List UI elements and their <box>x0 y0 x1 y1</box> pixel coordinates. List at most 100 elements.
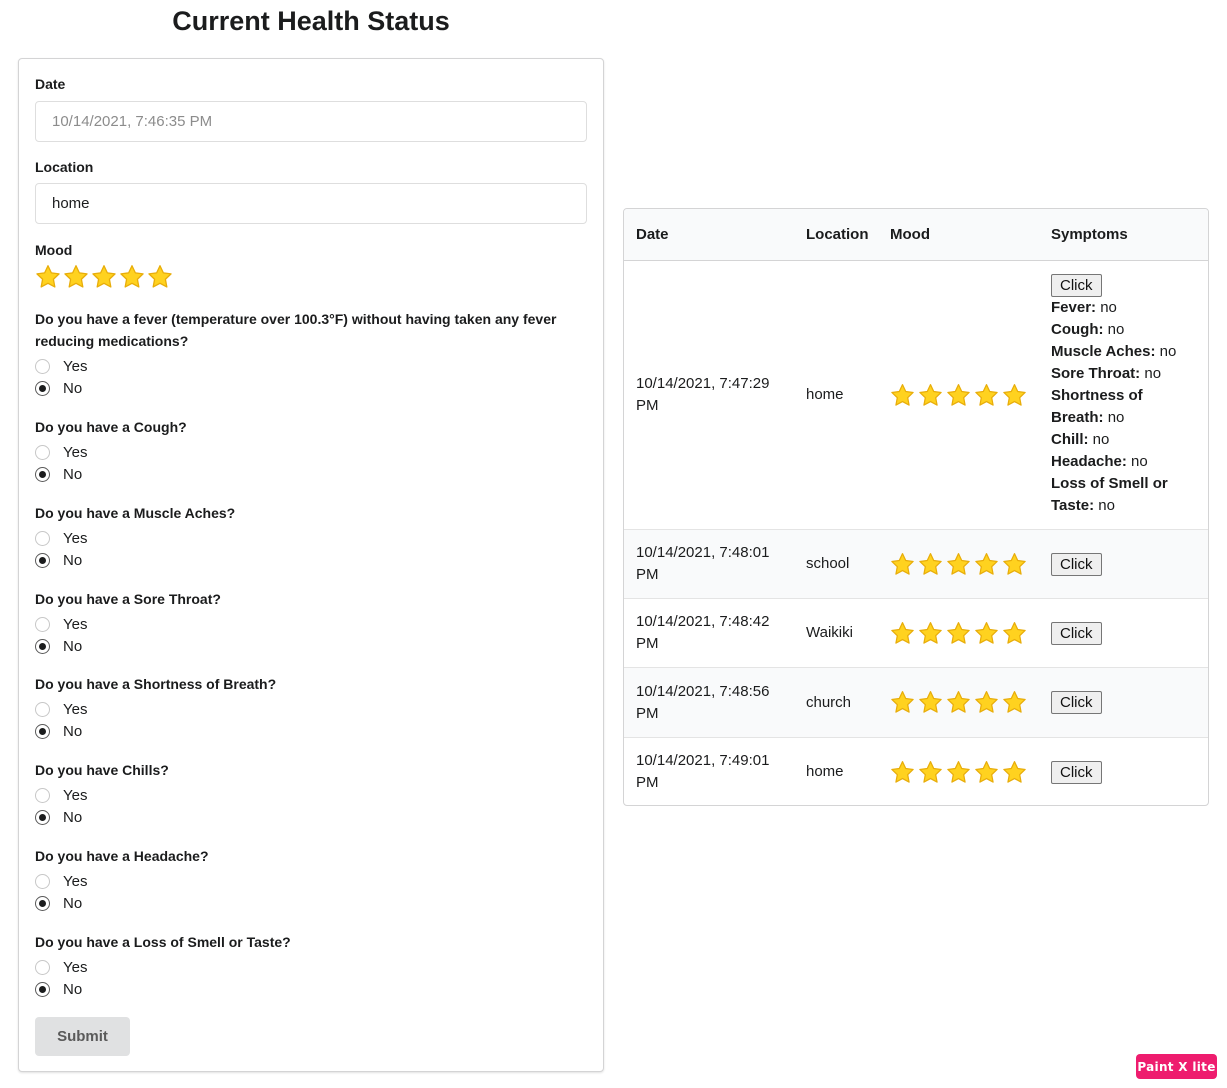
radio-button[interactable] <box>35 959 50 975</box>
mood-rating[interactable] <box>35 264 173 290</box>
star-icon[interactable] <box>91 264 117 290</box>
radio-button[interactable] <box>35 616 50 632</box>
star-icon <box>918 383 943 408</box>
table-row: 10/14/2021, 7:47:29 PM home Click Fever: no… <box>624 260 1208 530</box>
show-symptoms-button[interactable]: Click <box>1051 760 1102 784</box>
radio-button[interactable] <box>35 466 50 482</box>
radio-label: No <box>63 722 83 740</box>
paint-x-lite-badge: Paint X lite <box>1136 1054 1217 1079</box>
header-location: Location <box>794 209 878 261</box>
star-icon <box>890 760 915 785</box>
cell-symptoms: Click <box>1039 598 1208 668</box>
symptom-value: no <box>1144 364 1162 382</box>
cell-mood <box>878 738 1039 806</box>
radio-button[interactable] <box>35 723 50 739</box>
submit-button[interactable]: Submit <box>35 1017 130 1056</box>
radio-button[interactable] <box>35 444 50 460</box>
radio-option-no[interactable]: No <box>35 464 82 484</box>
star-icon <box>1002 552 1027 577</box>
mood-rating <box>890 383 1027 408</box>
location-label: Location <box>35 159 94 175</box>
star-icon <box>1002 383 1027 408</box>
question-label: Do you have Chills? <box>35 762 169 778</box>
radio-option-no[interactable]: No <box>35 636 82 656</box>
symptom-entry: Shortness of Breath: no <box>1051 385 1196 429</box>
radio-button[interactable] <box>35 380 50 396</box>
cell-location: church <box>794 667 878 738</box>
star-icon[interactable] <box>119 264 145 290</box>
question-label: Do you have a Headache? <box>35 848 209 864</box>
radio-label: No <box>63 808 83 826</box>
page-title: Current Health Status <box>172 6 450 36</box>
radio-option-yes[interactable]: Yes <box>35 871 87 891</box>
symptom-label: Muscle Aches: <box>1051 342 1156 360</box>
radio-label: Yes <box>63 872 88 890</box>
radio-option-yes[interactable]: Yes <box>35 614 87 634</box>
mood-rating <box>890 690 1027 715</box>
radio-option-yes[interactable]: Yes <box>35 785 87 805</box>
radio-label: No <box>63 894 83 912</box>
question-label: Do you have a Loss of Smell or Taste? <box>35 934 291 950</box>
cell-date: 10/14/2021, 7:48:56 PM <box>624 667 794 738</box>
star-icon <box>946 760 971 785</box>
radio-option-no[interactable]: No <box>35 893 82 913</box>
symptom-value: no <box>1107 408 1125 426</box>
radio-option-no[interactable]: No <box>35 807 82 827</box>
cell-symptoms: Click <box>1039 667 1208 738</box>
symptom-entry: Chill: no <box>1051 429 1196 451</box>
show-symptoms-button[interactable]: Click <box>1051 273 1102 297</box>
cell-mood <box>878 529 1039 599</box>
symptom-label: Sore Throat: <box>1051 364 1141 382</box>
radio-button[interactable] <box>35 895 50 911</box>
header-mood: Mood <box>878 209 1039 261</box>
radio-button[interactable] <box>35 530 50 546</box>
radio-option-no[interactable]: No <box>35 378 82 398</box>
star-icon[interactable] <box>147 264 173 290</box>
radio-button[interactable] <box>35 981 50 997</box>
star-icon <box>918 760 943 785</box>
radio-button[interactable] <box>35 809 50 825</box>
radio-option-yes[interactable]: Yes <box>35 699 87 719</box>
location-field[interactable] <box>35 183 587 224</box>
radio-option-yes[interactable]: Yes <box>35 356 87 376</box>
star-icon <box>890 621 915 646</box>
radio-button[interactable] <box>35 552 50 568</box>
symptom-entry: Muscle Aches: no <box>1051 341 1196 363</box>
show-symptoms-button[interactable]: Click <box>1051 552 1102 576</box>
mood-rating <box>890 552 1027 577</box>
cell-symptoms: Click <box>1039 738 1208 806</box>
star-icon <box>890 552 915 577</box>
health-status-form: Date Location Mood Do you have a fever (… <box>18 58 604 1072</box>
star-icon[interactable] <box>35 264 61 290</box>
show-symptoms-button[interactable]: Click <box>1051 691 1102 714</box>
radio-option-yes[interactable]: Yes <box>35 528 87 548</box>
radio-button[interactable] <box>35 638 50 654</box>
cell-location: home <box>794 260 878 530</box>
radio-label: Yes <box>63 529 88 547</box>
star-icon <box>946 383 971 408</box>
star-icon[interactable] <box>63 264 89 290</box>
show-symptoms-button[interactable]: Click <box>1051 621 1102 645</box>
star-icon <box>1002 621 1027 646</box>
radio-option-yes[interactable]: Yes <box>35 957 87 977</box>
cell-date: 10/14/2021, 7:48:42 PM <box>624 598 794 668</box>
radio-option-no[interactable]: No <box>35 979 82 999</box>
radio-button[interactable] <box>35 358 50 374</box>
radio-label: No <box>63 379 83 397</box>
radio-button[interactable] <box>35 873 50 889</box>
radio-option-yes[interactable]: Yes <box>35 442 87 462</box>
radio-option-no[interactable]: No <box>35 721 82 741</box>
radio-button[interactable] <box>35 787 50 803</box>
radio-label: Yes <box>63 786 88 804</box>
cell-date: 10/14/2021, 7:49:01 PM <box>636 752 770 792</box>
symptom-label: Shortness of Breath: <box>1051 386 1143 426</box>
symptom-entry: Loss of Smell or Taste: no <box>1051 473 1196 517</box>
radio-label: No <box>63 637 83 655</box>
star-icon <box>974 383 999 408</box>
question-label: Do you have a fever (temperature over 10… <box>35 311 557 349</box>
date-field[interactable] <box>35 101 587 142</box>
radio-option-no[interactable]: No <box>35 550 82 570</box>
table-header-row: Date Location Mood Symptoms <box>624 209 1208 261</box>
radio-button[interactable] <box>35 701 50 717</box>
star-icon <box>946 552 971 577</box>
